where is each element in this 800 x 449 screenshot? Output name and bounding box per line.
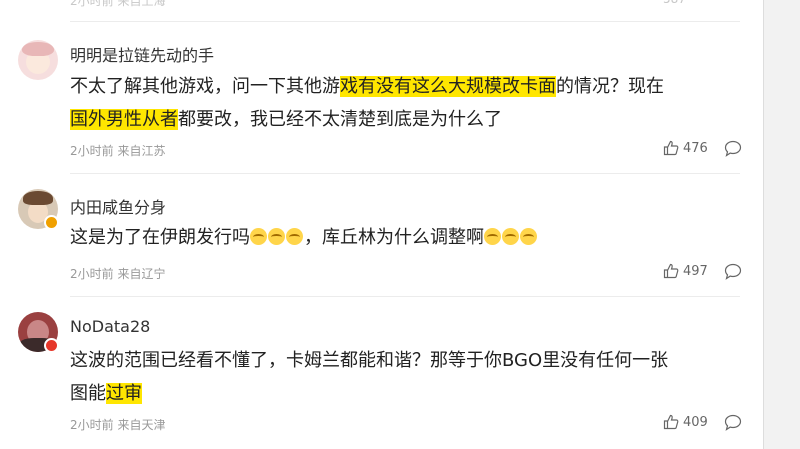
thumbs-up-icon <box>663 414 679 430</box>
vip-badge <box>44 338 59 353</box>
comment-text: 不太了解其他游戏，问一下其他游戏有没有这么大规模改卡面的情况？现在国外男性从者都… <box>70 70 750 136</box>
comment-meta: 2小时前 来自辽宁 <box>70 267 166 281</box>
highlight: 国外男性从者 <box>70 109 178 130</box>
like-button[interactable]: 497 <box>663 263 708 279</box>
text-segment: 的情况？现在 <box>556 76 664 97</box>
like-count: 497 <box>683 263 708 279</box>
avatar[interactable] <box>18 40 58 80</box>
like-button[interactable]: 409 <box>663 414 708 430</box>
comment-text: 这是为了在伊朗发行吗 ，库丘林为什么调整啊 <box>70 221 750 254</box>
smile-emoji-icon <box>520 228 537 245</box>
reply-button[interactable] <box>724 414 742 435</box>
speech-bubble-icon <box>724 414 742 431</box>
comment-meta: 2小时前 来自江苏 <box>70 144 166 158</box>
smile-emoji-icon <box>484 228 501 245</box>
comment-text: 这波的范围已经看不懂了，卡姆兰都能和谐？那等于你BGO里没有任何一张 图能过审 <box>70 344 750 410</box>
smile-emoji-icon <box>250 228 267 245</box>
text-segment: 图能 <box>70 383 106 404</box>
like-count: 409 <box>683 414 708 430</box>
like-button[interactable]: 476 <box>663 140 708 156</box>
username[interactable]: NoData28 <box>70 317 150 336</box>
like-count: 587 <box>663 0 686 6</box>
right-gutter <box>763 0 800 449</box>
text-segment: 这是为了在伊朗发行吗 <box>70 227 250 248</box>
smile-emoji-icon <box>286 228 303 245</box>
divider <box>70 173 740 174</box>
text-segment: ，库丘林为什么调整啊 <box>304 227 484 248</box>
username[interactable]: 明明是拉链先动的手 <box>70 42 214 66</box>
text-segment: 都要改，我已经不太清楚到底是为什么了 <box>178 109 502 130</box>
text-segment: 这波的范围已经看不懂了，卡姆兰都能和谐？那等于你BGO里没有任何一张 <box>70 350 669 371</box>
highlight: 戏有没有这么大规模改卡面 <box>340 76 556 97</box>
reply-button[interactable] <box>724 263 742 284</box>
highlight: 过审 <box>106 383 142 404</box>
text-segment: 不太了解其他游戏，问一下其他游 <box>70 76 340 97</box>
speech-bubble-icon <box>724 140 742 157</box>
username[interactable]: 内田咸鱼分身 <box>70 194 166 218</box>
smile-emoji-icon <box>268 228 285 245</box>
smile-emoji-icon <box>502 228 519 245</box>
vip-badge <box>44 215 59 230</box>
like-count: 476 <box>683 140 708 156</box>
comment-meta: 2小时前 来自上海 <box>70 0 166 8</box>
thumbs-up-icon <box>663 140 679 156</box>
divider <box>70 296 740 297</box>
thumbs-up-icon <box>663 263 679 279</box>
speech-bubble-icon <box>724 263 742 280</box>
comment-meta: 2小时前 来自天津 <box>70 418 166 432</box>
divider <box>70 21 740 22</box>
reply-button[interactable] <box>724 140 742 161</box>
